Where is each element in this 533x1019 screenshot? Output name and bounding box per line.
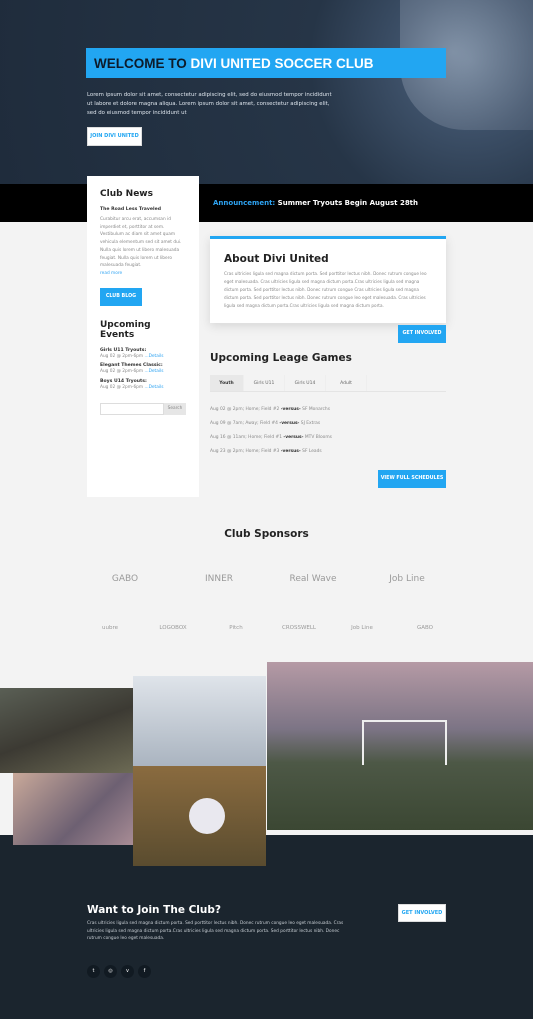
sponsor-logo: INNER: [204, 574, 234, 584]
sponsor-logo: Job Line: [389, 574, 425, 584]
event-details-link[interactable]: ...Details: [144, 385, 163, 390]
photo-floodlight: [133, 676, 266, 766]
game-team: SF Leads: [302, 449, 322, 454]
game-team: SJ Extras: [300, 421, 321, 426]
photo-player: [0, 688, 133, 773]
about-text: Cras ultricies ligula sed magna dictum p…: [224, 271, 427, 308]
join-button[interactable]: JOIN DIVI UNITED: [87, 127, 142, 146]
vimeo-icon[interactable]: v: [121, 965, 134, 978]
post-title[interactable]: The Road Less Traveled: [100, 207, 186, 212]
post-text: Curabitur arcu erat, accumsan id imperdi…: [100, 217, 182, 269]
event-item: Elegant Themes Classic: Aug 02 @ 2pm-6pm …: [100, 363, 186, 376]
footer-text: Cras ultricies ligula sed magna dictum p…: [87, 921, 344, 941]
event-item: Boys U14 Tryouts: Aug 02 @ 2pm-6pm ...Det…: [100, 379, 186, 392]
facebook-icon[interactable]: f: [138, 965, 151, 978]
sponsor-logo: Real Wave: [289, 574, 337, 584]
photo-goal-net: [13, 773, 133, 845]
hero-text: Lorem ipsum dolor sit amet, consectetur …: [87, 92, 332, 116]
game-versus: -versus-: [283, 435, 304, 440]
events-title: Upcoming Events: [100, 319, 151, 340]
hero-title: WELCOME TO DIVI UNITED SOCCER CLUB: [86, 48, 446, 78]
tab-girls-u14[interactable]: Girls U14: [285, 375, 326, 391]
photo-field: [267, 662, 533, 830]
game-versus: -versus-: [279, 421, 300, 426]
sponsors-title: Club Sponsors: [224, 528, 309, 540]
about-title: About Divi United: [224, 253, 329, 265]
game-row: Aug 09 @ 7am; Away; Field #4 -versus- SJ…: [210, 421, 446, 426]
tab-girls-u11[interactable]: Girls U11: [244, 375, 285, 391]
ball-image: [189, 798, 225, 834]
view-schedules-button[interactable]: VIEW FULL SCHEDULES: [378, 470, 446, 488]
get-involved-button[interactable]: GET INVOLVED: [398, 325, 446, 343]
sponsor-logo: GABO: [416, 625, 434, 631]
event-time: Aug 02 @ 2pm-6pm: [100, 369, 144, 375]
announcement-label: Announcement:: [213, 199, 276, 207]
photo-ball: [133, 766, 266, 866]
game-info: Aug 09 @ 7am; Away; Field #4: [210, 421, 278, 426]
event-details-link[interactable]: ...Details: [144, 354, 163, 359]
game-versus: -versus-: [280, 407, 301, 412]
games-title: Upcoming Leage Games: [210, 352, 352, 364]
game-row: Aug 23 @ 2pm; Home; Field #3 -versus- SF…: [210, 449, 446, 454]
tab-adult[interactable]: Adult: [326, 375, 367, 391]
announcement: Announcement: Summer Tryouts Begin Augus…: [213, 199, 446, 207]
sponsor-logo: CROSSWELL: [281, 625, 316, 631]
club-blog-button[interactable]: CLUB BLOG: [100, 287, 142, 306]
announcement-text: Summer Tryouts Begin August 28th: [277, 199, 419, 207]
event-time: Aug 02 @ 2pm-6pm: [100, 353, 144, 359]
game-row: Aug 16 @ 11am; Home; Field #1 -versus- M…: [210, 435, 446, 440]
games-tabs: Youth Girls U11 Girls U14 Adult: [210, 375, 446, 392]
about-card: About Divi United Cras ultricies ligula …: [210, 236, 446, 323]
sponsor-logo: GABO: [111, 574, 139, 584]
game-versus: -versus-: [280, 449, 301, 454]
footer-title: Want to Join The Club?: [87, 904, 221, 916]
event-time: Aug 02 @ 2pm-6pm: [100, 385, 144, 391]
game-info: Aug 16 @ 11am; Home; Field #1: [210, 435, 283, 440]
game-info: Aug 02 @ 2pm; Home; Field #2: [210, 407, 280, 412]
title-main: DIVI UNITED SOCCER CLUB: [190, 56, 374, 71]
search-input[interactable]: [100, 402, 164, 415]
sidebar: Club News The Road Less Traveled Curabit…: [87, 176, 199, 497]
game-row: Aug 02 @ 2pm; Home; Field #2 -versus- SF…: [210, 407, 446, 412]
search-button[interactable]: Search: [164, 402, 186, 415]
instagram-icon[interactable]: ◎: [104, 965, 117, 978]
sponsor-logo: LOGOBOX: [159, 625, 187, 631]
tab-youth[interactable]: Youth: [210, 375, 244, 391]
goal-image: [362, 720, 447, 765]
title-prefix: WELCOME TO: [94, 56, 187, 71]
sponsor-logo: uubre: [102, 625, 118, 631]
news-title: Club News: [100, 189, 153, 199]
event-item: Girls U11 Tryouts: Aug 02 @ 2pm-6pm ...De…: [100, 348, 186, 361]
sponsor-logo: Job Line: [351, 625, 373, 631]
sponsor-logo: Pitch: [229, 625, 243, 631]
twitter-icon[interactable]: t: [87, 965, 100, 978]
game-team: MTV Blooms: [304, 435, 332, 440]
footer-get-involved-button[interactable]: GET INVOLVED: [398, 904, 446, 922]
game-team: SF Monarchs: [302, 407, 331, 412]
game-info: Aug 23 @ 2pm; Home; Field #3: [210, 449, 280, 454]
read-more-link[interactable]: read more: [100, 270, 186, 278]
event-details-link[interactable]: ...Details: [144, 369, 163, 374]
